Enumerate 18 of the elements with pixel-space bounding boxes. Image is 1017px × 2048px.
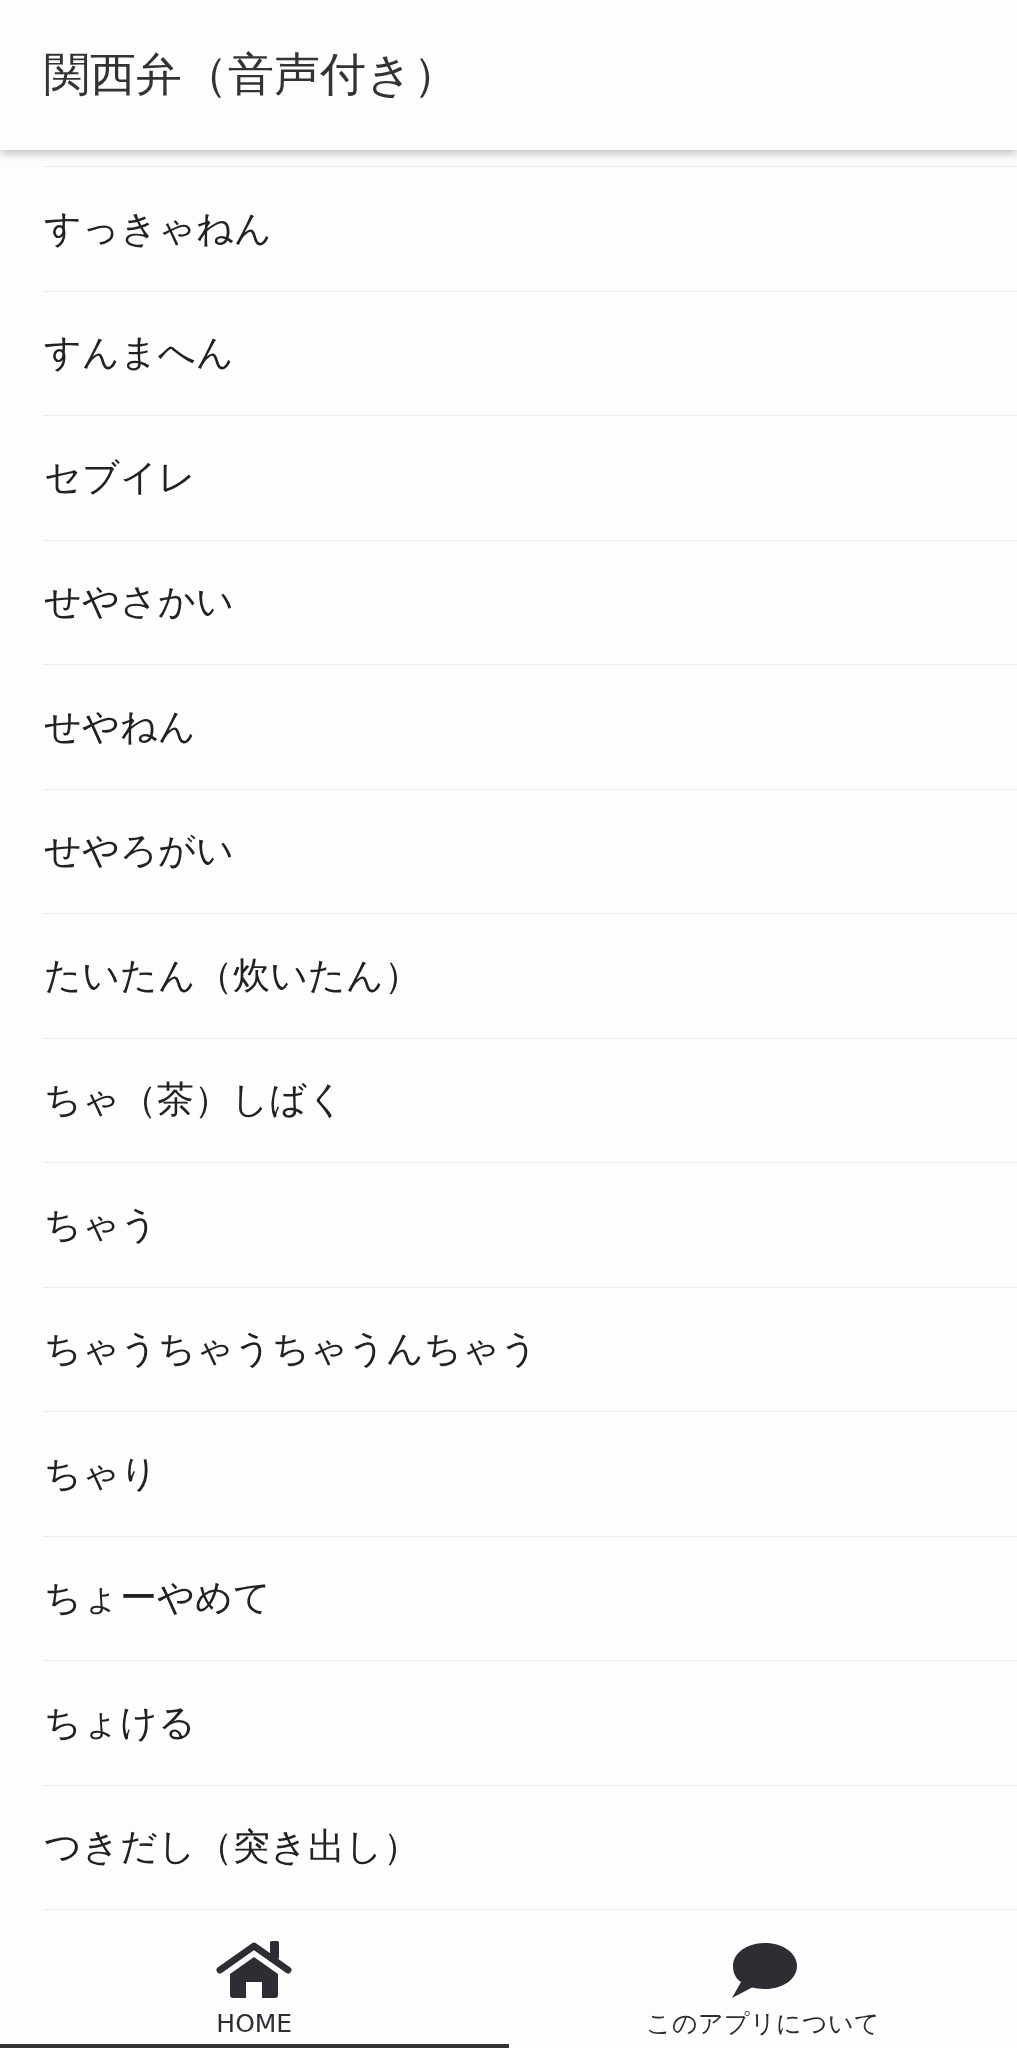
list-item[interactable]: すんまへん	[43, 290, 1017, 415]
app-title: 関西弁（音声付き）	[44, 47, 459, 103]
list-item[interactable]: ちゃ（茶）しばく	[43, 1037, 1017, 1162]
list-item[interactable]: ちょーやめて	[43, 1535, 1017, 1660]
list-item[interactable]: ちょける	[43, 1660, 1017, 1785]
list-item[interactable]: せやさかい	[43, 539, 1017, 664]
list-item[interactable]: ちゃり	[43, 1411, 1017, 1536]
list-item[interactable]: つきだし（突き出し）	[43, 1784, 1017, 1910]
list-item[interactable]: せやねん	[43, 664, 1017, 789]
list-item[interactable]: すっきゃねん	[43, 166, 1017, 291]
list-item[interactable]: たいたん（炊いたん）	[43, 913, 1017, 1038]
tab[interactable]: HOME	[0, 1910, 509, 2048]
home-icon	[216, 1941, 293, 1999]
list-item[interactable]: ちゃう	[43, 1162, 1017, 1287]
tab[interactable]: このアプリについて	[508, 1910, 1017, 2048]
list-item[interactable]: セブイレ	[43, 415, 1017, 540]
list-item[interactable]: せやろがい	[43, 788, 1017, 913]
list-item[interactable]: ちゃうちゃうちゃうんちゃう	[43, 1286, 1017, 1411]
